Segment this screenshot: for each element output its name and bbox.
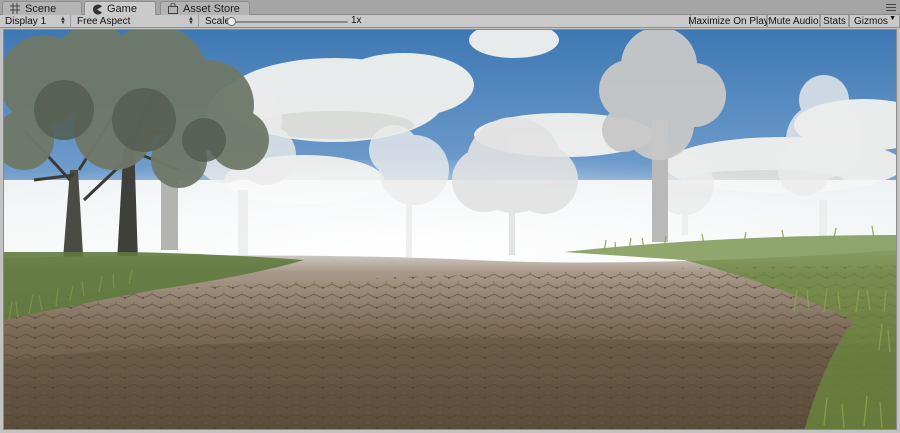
aspect-dropdown-value: Free Aspect xyxy=(77,16,131,27)
dropdown-arrows-icon: ▲ ▼ xyxy=(60,16,66,26)
mute-audio-button[interactable]: Mute Audio xyxy=(767,15,820,28)
aspect-dropdown[interactable]: Free Aspect ▲ ▼ xyxy=(72,15,199,28)
stats-label: Stats xyxy=(823,16,846,27)
tab-asset-store[interactable]: Asset Store xyxy=(160,1,250,15)
game-toolbar: Display 1 ▲ ▼ Free Aspect ▲ ▼ Scale 1x Max… xyxy=(0,15,900,28)
display-dropdown[interactable]: Display 1 ▲ ▼ xyxy=(0,15,71,28)
shopping-bag-icon xyxy=(167,2,179,14)
stats-button[interactable]: Stats xyxy=(820,15,849,28)
game-viewport[interactable] xyxy=(3,29,897,430)
tab-scene-label: Scene xyxy=(25,2,57,15)
scale-slider-knob[interactable] xyxy=(227,17,236,26)
grid-icon xyxy=(9,3,21,14)
scale-slider-track[interactable] xyxy=(231,21,348,23)
display-dropdown-value: Display 1 xyxy=(5,16,47,27)
tab-asset-store-label: Asset Store xyxy=(183,2,240,15)
tab-game-label: Game xyxy=(107,3,137,15)
scale-value: 1x xyxy=(351,15,362,26)
pacman-icon xyxy=(91,4,103,15)
tab-scene[interactable]: Scene xyxy=(2,1,82,15)
dropdown-arrows-icon: ▲ ▼ xyxy=(188,16,194,26)
tab-bar: Scene Game Asset Store xyxy=(0,0,900,16)
scale-control: Scale 1x xyxy=(200,15,400,28)
tab-game[interactable]: Game xyxy=(84,1,156,16)
tab-menu-icon[interactable] xyxy=(886,3,896,11)
mute-audio-label: Mute Audio xyxy=(768,16,819,27)
maximize-on-play-button[interactable]: Maximize On Play xyxy=(688,15,769,28)
gizmos-dropdown[interactable]: Gizmos ▼ xyxy=(849,15,900,28)
chevron-down-icon: ▼ xyxy=(889,15,896,22)
maximize-on-play-label: Maximize On Play xyxy=(688,16,769,27)
gizmos-label: Gizmos xyxy=(854,16,888,27)
forest-scene-render xyxy=(4,30,896,429)
